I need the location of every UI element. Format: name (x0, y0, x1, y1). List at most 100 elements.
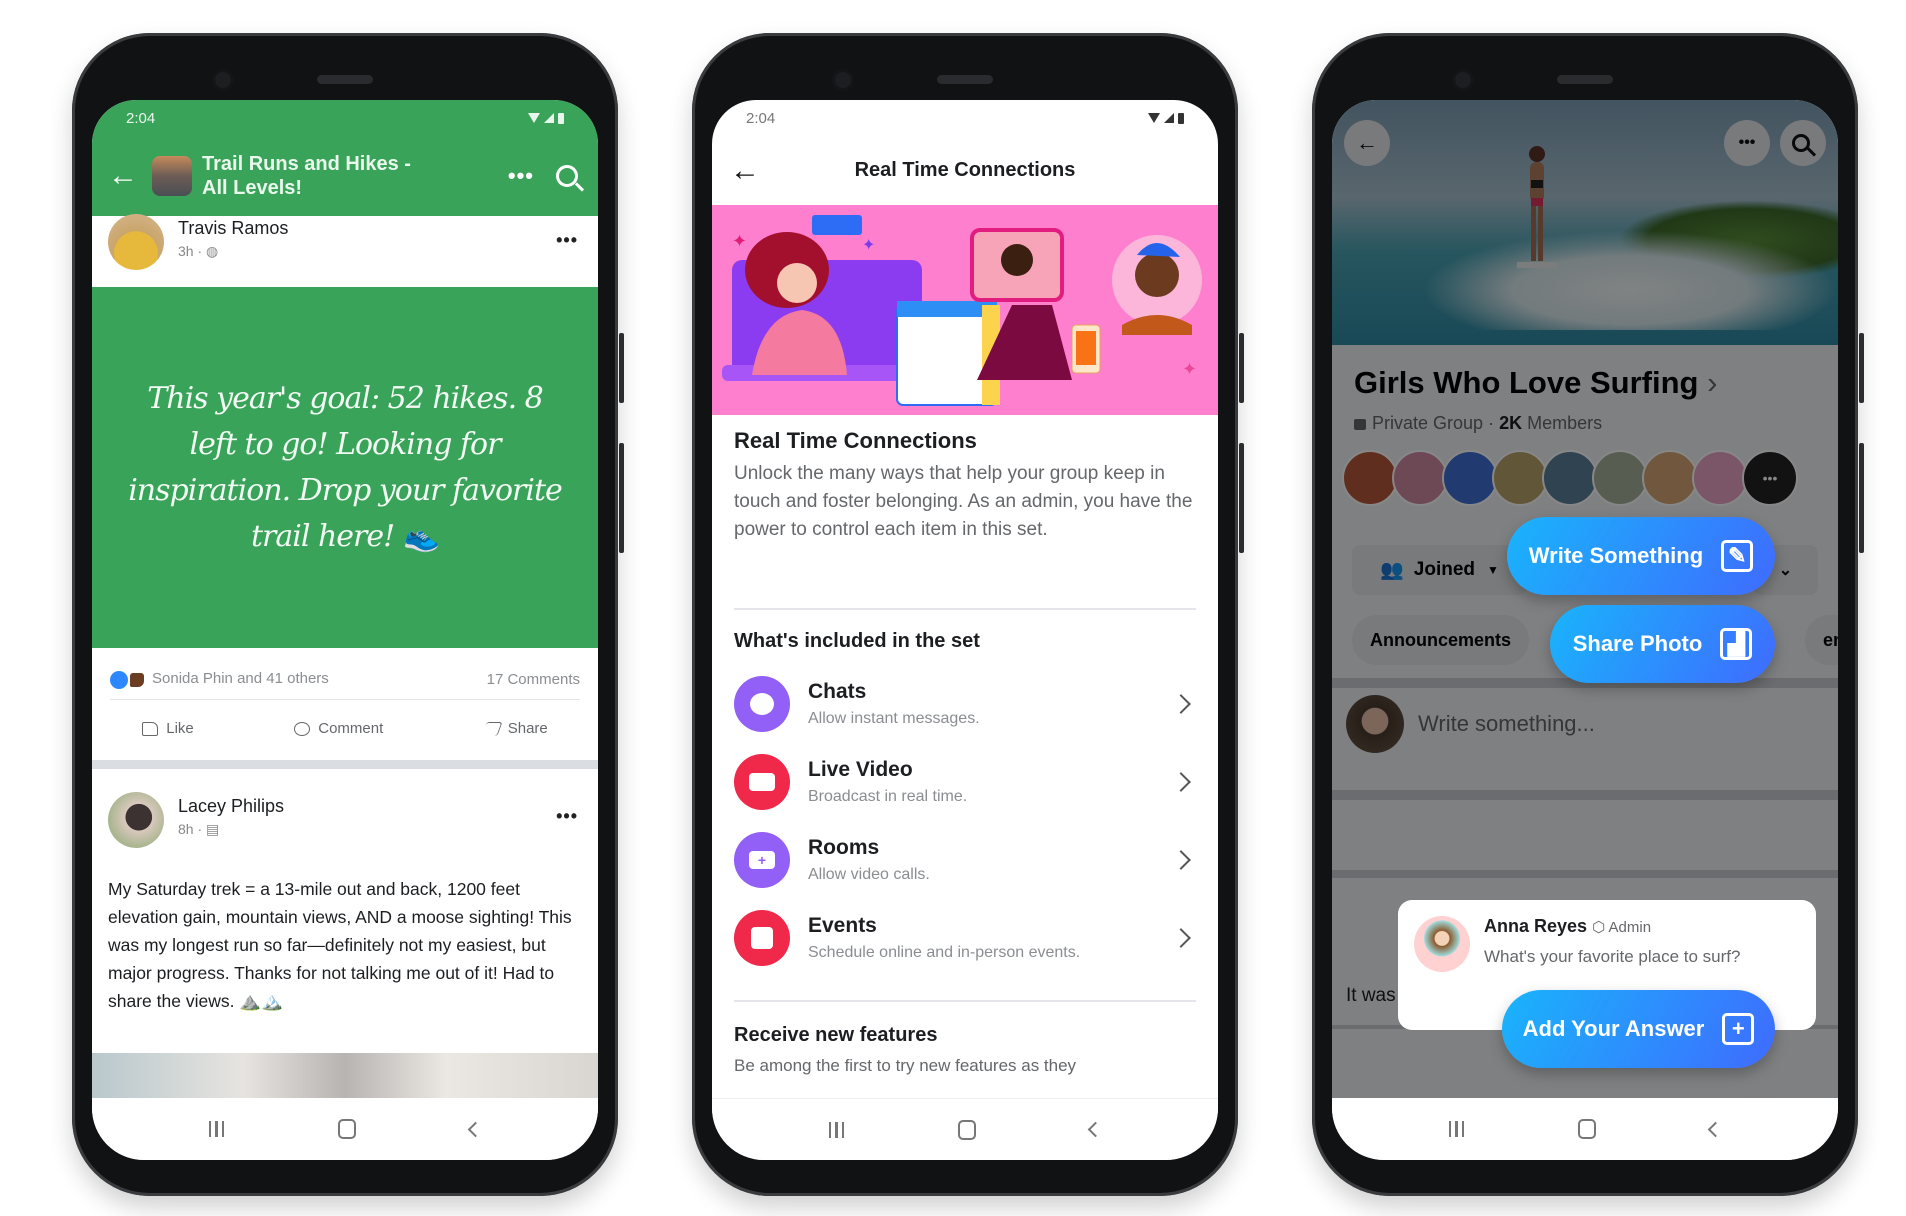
page-title: Real Time Connections (854, 159, 1076, 181)
chat-bubble-illustration (812, 215, 862, 235)
share-photo-button[interactable]: Share Photo ▟ (1550, 605, 1775, 683)
recent-apps-icon[interactable] (828, 1121, 845, 1138)
write-something-button[interactable]: Write Something ✎ (1507, 517, 1775, 595)
status-time: 2:04 (746, 109, 776, 127)
live-video-icon (734, 754, 790, 810)
system-icons (1148, 112, 1184, 124)
fab-label: Write Something (1528, 543, 1704, 568)
post-header: Travis Ramos 3h · ◍ ••• (92, 214, 598, 287)
boot-emoji-icon (130, 672, 144, 687)
caller-hair (1001, 244, 1033, 276)
share-button[interactable]: Share (481, 720, 548, 737)
android-nav-bar (1332, 1098, 1838, 1160)
home-icon[interactable] (338, 1119, 357, 1139)
divider (734, 1000, 1196, 1002)
phone-screen (1076, 331, 1096, 365)
post-actions: Like Comment Share (92, 706, 598, 750)
phone-group-composer: ← ••• Girls Who Love Surfing › Private G… (1312, 33, 1864, 1196)
calendar-icon (734, 910, 790, 966)
avatar-travis[interactable] (108, 214, 164, 270)
earpiece (317, 75, 373, 84)
add-your-answer-button[interactable]: Add Your Answer + (1502, 990, 1775, 1068)
status-bar: 2:04 (712, 100, 1218, 136)
post-time: 8h · (178, 821, 203, 837)
battery-icon (558, 112, 564, 124)
back-icon[interactable] (1707, 1121, 1724, 1137)
post-photo[interactable] (92, 1053, 598, 1098)
group-title-line2: All Levels! (202, 177, 303, 199)
avatar-lacey[interactable] (108, 792, 164, 848)
sparkle: ✦ (1182, 359, 1197, 379)
post-header: Lacey Philips 8h · ▤ ••• (92, 792, 598, 848)
comment-bubble-icon (294, 721, 311, 736)
thumbs-up-icon (142, 721, 159, 736)
search-icon[interactable] (556, 165, 578, 187)
divider (734, 608, 1196, 610)
chevron-right-icon (1171, 772, 1191, 792)
back-icon[interactable] (1087, 1121, 1104, 1138)
power-button (619, 443, 624, 553)
comment-button[interactable]: Comment (294, 720, 383, 737)
recent-apps-icon[interactable] (208, 1121, 225, 1137)
status-bar: 2:04 (92, 100, 598, 136)
back-icon[interactable] (467, 1121, 484, 1137)
status-time: 2:04 (126, 109, 156, 127)
post-body: This year's goal: 52 hikes. 8 left to go… (128, 380, 563, 554)
post-author[interactable]: Travis Ramos (178, 218, 288, 239)
post-author[interactable]: Lacey Philips (178, 796, 284, 817)
admin-badge-icon: ⬡ (1592, 919, 1606, 936)
power-button (1859, 443, 1864, 553)
feature-rooms[interactable]: + Rooms Allow video calls. (734, 821, 1196, 899)
feed-divider (92, 760, 598, 769)
chat-bubble-icon (734, 676, 790, 732)
more-options-icon[interactable]: ••• (508, 163, 534, 189)
feature-events[interactable]: Events Schedule online and in-person even… (734, 899, 1196, 977)
group-title[interactable]: Trail Runs and Hikes - All Levels! (202, 152, 508, 200)
add-answer-icon: + (1722, 1013, 1755, 1045)
receive-description: Be among the first to try new features a… (734, 1056, 1077, 1075)
back-arrow-icon[interactable]: ← (730, 155, 770, 186)
sparkle: ✦ (732, 231, 747, 251)
rooms-video-plus-icon: + (734, 832, 790, 888)
group-icon: ▤ (206, 821, 220, 837)
colored-text-post: This year's goal: 52 hikes. 8 left to go… (92, 287, 598, 648)
feature-description: Allow video calls. (808, 866, 930, 883)
android-nav-bar (712, 1098, 1218, 1160)
screen: 2:04 ← Real Time Connections ✦ ✦ ✦ Real … (712, 100, 1218, 1160)
feature-name: Live Video (808, 758, 913, 781)
reaction-summary: Sonida Phin and 41 others 17 Comments (110, 660, 580, 700)
comments-count[interactable]: 17 Comments (487, 671, 580, 688)
post-more-icon[interactable]: ••• (556, 806, 578, 827)
post-more-icon[interactable]: ••• (556, 230, 578, 251)
back-arrow-icon[interactable]: ← (108, 161, 148, 191)
group-title-line1: Trail Runs and Hikes - (202, 153, 411, 175)
battery-icon (1178, 112, 1184, 124)
feature-description: Broadcast in real time. (808, 788, 968, 805)
signal-icon (1164, 113, 1174, 123)
photo-icon: ▟ (1720, 628, 1753, 660)
reactions-text[interactable]: Sonida Phin and 41 others (152, 670, 329, 687)
avatar-anna (1414, 916, 1470, 972)
screen: 2:04 ← Trail Runs and Hikes - All Levels!… (92, 100, 598, 1160)
question-author: Anna Reyes (1484, 916, 1588, 936)
feature-live-video[interactable]: Live Video Broadcast in real time. (734, 743, 1196, 821)
home-icon[interactable] (958, 1119, 977, 1140)
phone-real-time-connections: 2:04 ← Real Time Connections ✦ ✦ ✦ Real … (692, 33, 1244, 1196)
recent-apps-icon[interactable] (1448, 1121, 1465, 1137)
android-nav-bar (92, 1098, 598, 1160)
fab-label: Add Your Answer (1522, 1016, 1705, 1041)
question-text: What's your favorite place to surf? (1484, 947, 1741, 966)
sparkle: ✦ (862, 237, 875, 254)
group-thumbnail[interactable] (152, 156, 192, 196)
like-button[interactable]: Like (142, 720, 194, 737)
home-icon[interactable] (1578, 1119, 1597, 1139)
included-title: What's included in the set (734, 630, 980, 652)
chevron-right-icon (1171, 850, 1191, 870)
feature-description: Schedule online and in-person events. (808, 944, 1081, 961)
share-arrow-icon (481, 721, 503, 736)
like-reaction-icon (110, 670, 128, 689)
volume-button (1859, 333, 1864, 403)
wifi-icon (528, 113, 540, 123)
feature-chats[interactable]: Chats Allow instant messages. (734, 665, 1196, 743)
fab-label: Share Photo (1572, 631, 1703, 656)
